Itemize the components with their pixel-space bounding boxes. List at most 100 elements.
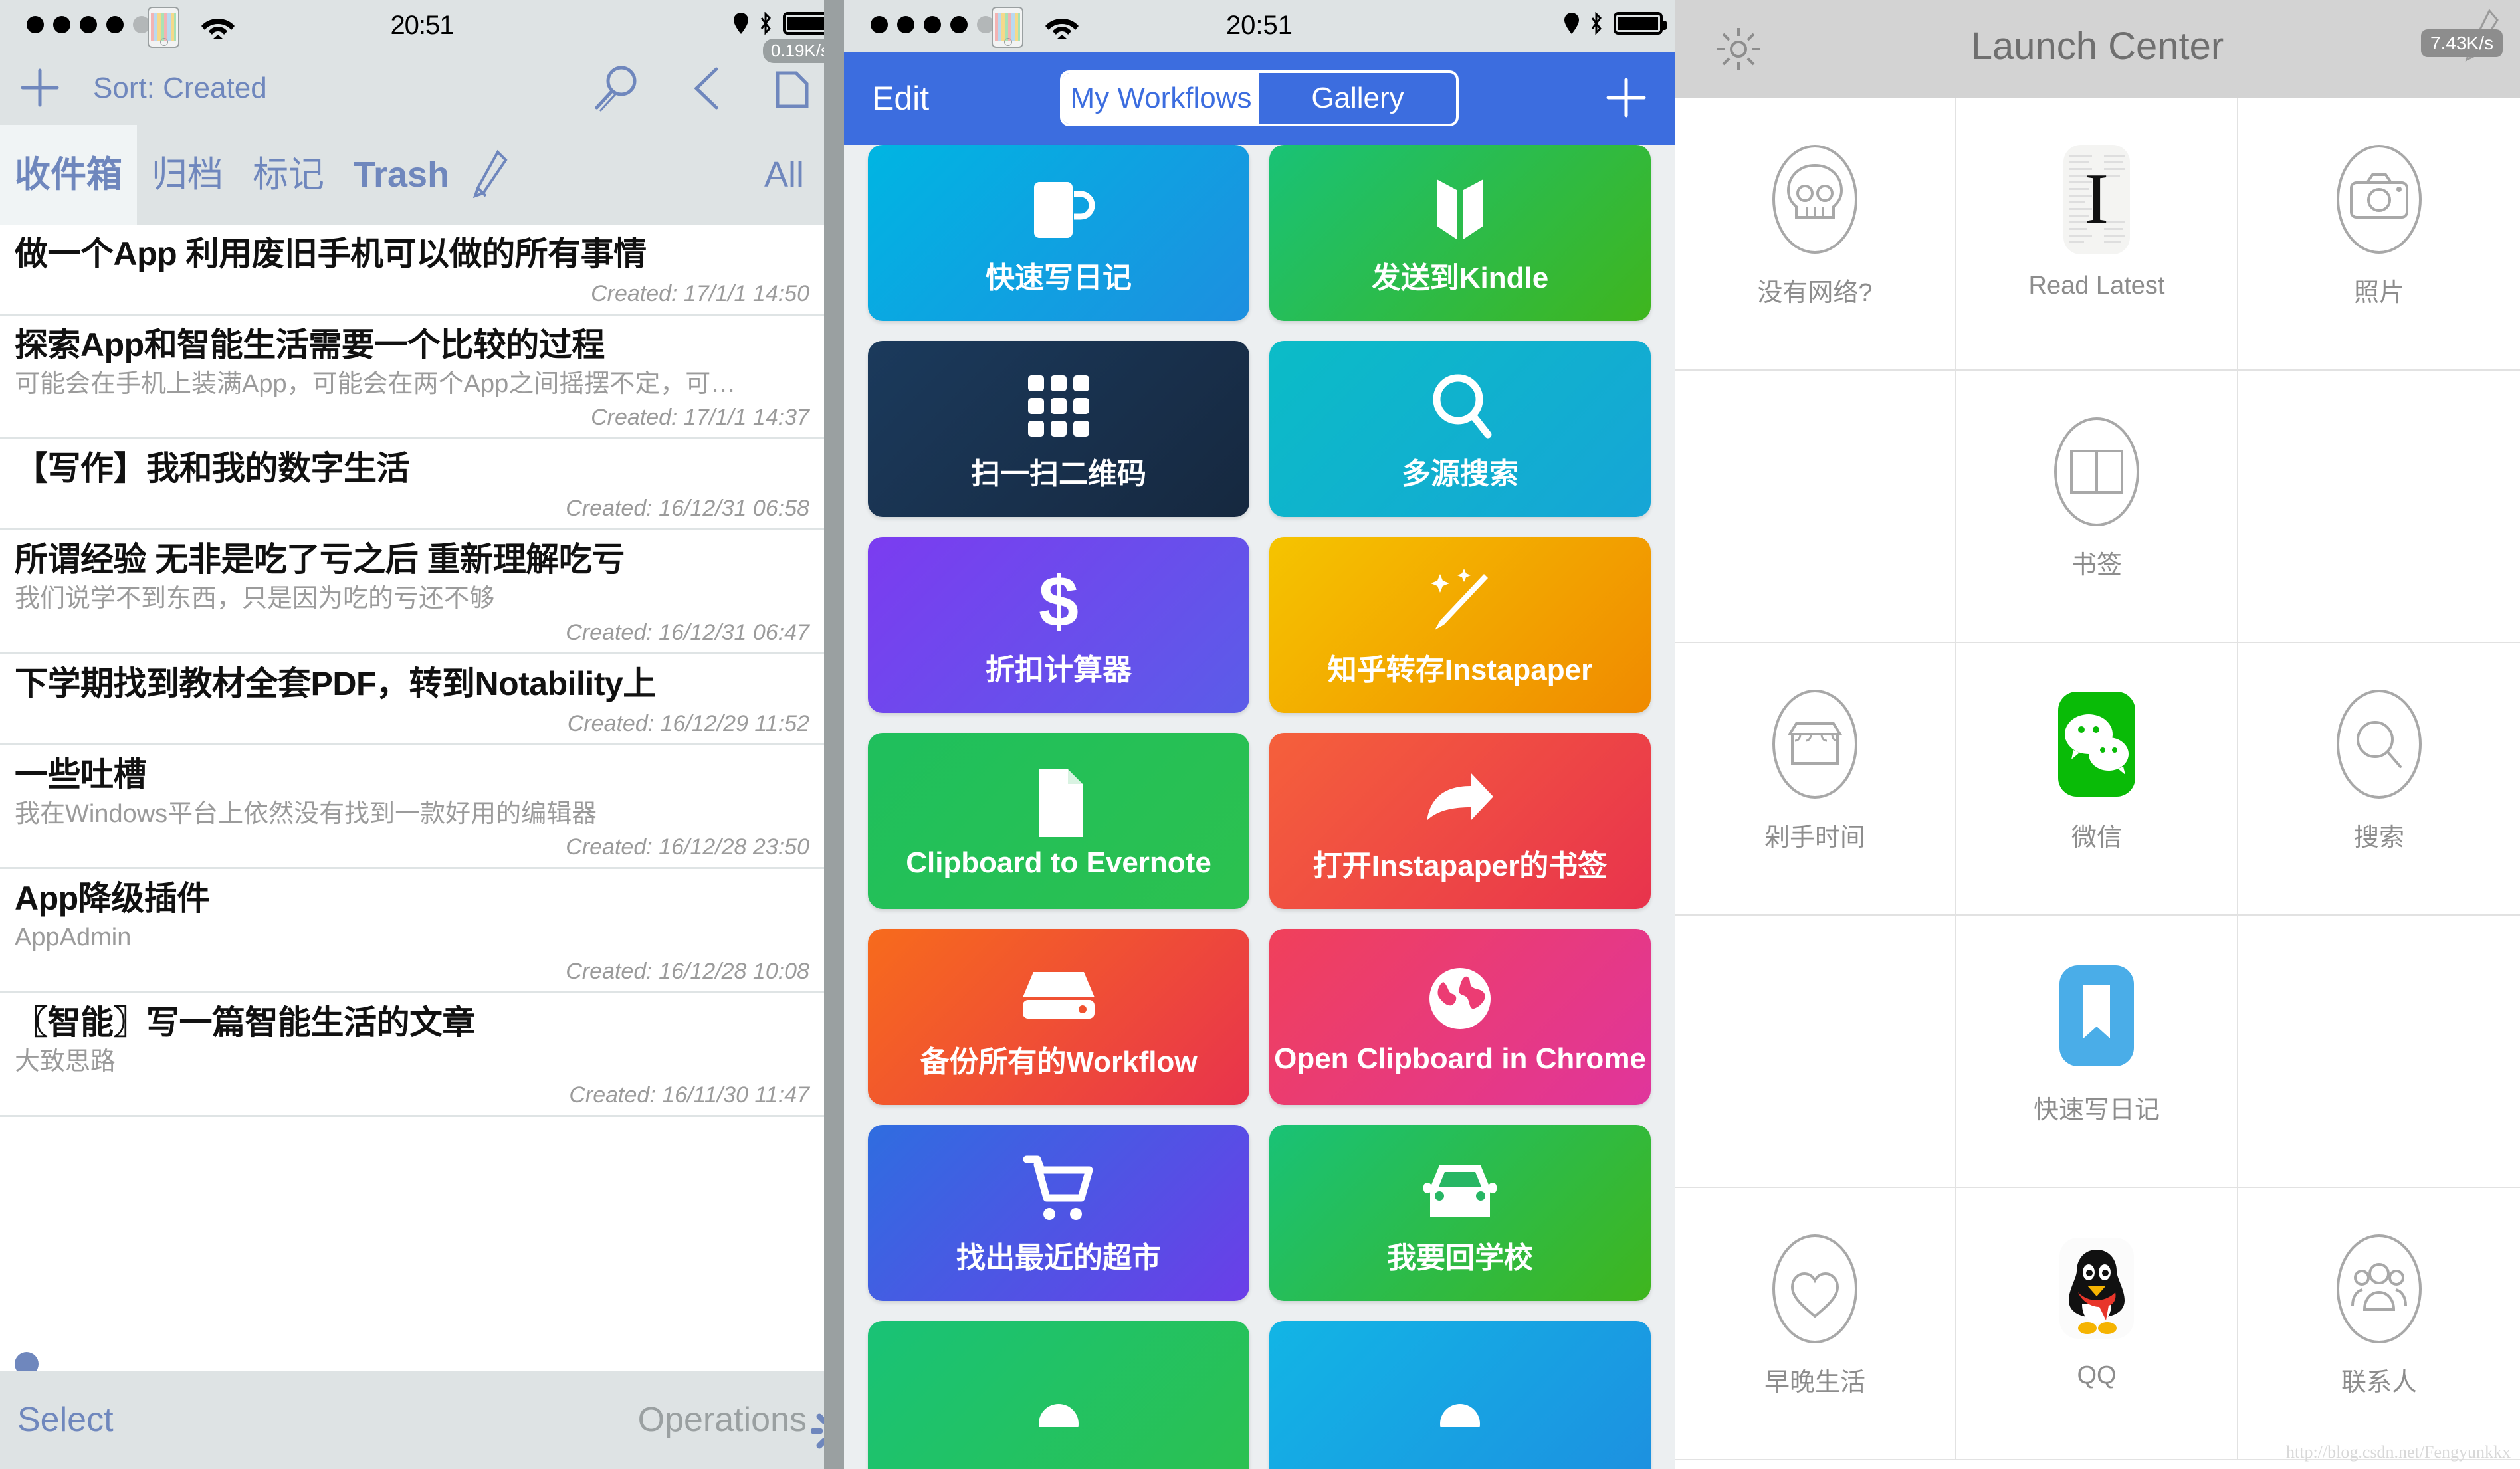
launcher-item-empty[interactable] [2238, 916, 2520, 1188]
launcher-item-label: Read Latest [2028, 272, 2165, 300]
note-title: 探索App和智能生活需要一个比较的过程 [15, 326, 605, 363]
list-item[interactable]: 【写作】我和我的数字生活 Created: 16/12/31 06:58 [0, 439, 824, 531]
workflow-tile-label: 打开Instapaper的书签 [1312, 849, 1608, 882]
workflow-tile[interactable]: 发送到Kindle [1269, 145, 1651, 321]
note-date: Created: 16/12/28 23:50 [566, 834, 809, 860]
workflow-tile[interactable]: Open Clipboard in Chrome [1269, 929, 1651, 1105]
qq-icon [2044, 1228, 2150, 1351]
select-button[interactable]: Select [17, 1400, 114, 1440]
tab-my-workflows[interactable]: My Workflows [1063, 73, 1259, 124]
svg-text:I: I [2085, 159, 2109, 239]
list-item[interactable]: 所谓经验 无非是吃了亏之后 重新理解吃亏 我们说学不到东西，只是因为吃的亏还不够… [0, 530, 824, 654]
workflow-tile[interactable]: $ 折扣计算器 [868, 537, 1249, 713]
magic-wand-icon [1420, 562, 1500, 642]
list-item[interactable]: 一些吐槽 我在Windows平台上依然没有找到一款好用的编辑器 Created:… [0, 745, 824, 870]
note-subtitle: 可能会在手机上装满App，可能会在两个App之间摇摆不定，可… [15, 370, 736, 398]
workflow-tile[interactable] [1269, 1321, 1651, 1469]
mug-icon [1022, 170, 1095, 250]
operations-button[interactable]: Operations [638, 1400, 807, 1440]
launcher-item-wechat[interactable]: 微信 [1956, 643, 2238, 916]
workflow-tile[interactable]: 备份所有的Workflow [868, 929, 1249, 1105]
launcher-item-label: 快速写日记 [2033, 1096, 2160, 1124]
workflow-tile[interactable]: 打开Instapaper的书签 [1269, 733, 1651, 909]
launcher-item-qq[interactable]: QQ [1956, 1188, 2238, 1460]
workflow-tile[interactable]: 扫一扫二维码 [868, 341, 1249, 517]
screenshot-root: 20:51 0.19K/s Sort: Created 收件箱 归档 标记 Tr… [0, 0, 2520, 1469]
note-date: Created: 16/12/29 11:52 [567, 710, 809, 736]
note-title: 【写作】我和我的数字生活 [15, 450, 410, 488]
sort-button[interactable]: Sort: Created [93, 72, 267, 105]
chevron-left-icon[interactable] [691, 66, 722, 110]
pencil-icon[interactable] [464, 125, 516, 225]
workflow-tile[interactable] [868, 1321, 1249, 1469]
launcher-item-shopping[interactable]: 剁手时间 [1675, 643, 1956, 916]
note-date: Created: 16/12/31 06:47 [566, 619, 809, 645]
camera-icon [2326, 138, 2432, 261]
workflow-tile[interactable]: 快速写日记 [868, 145, 1249, 321]
workflow-tile[interactable]: Clipboard to Evernote [868, 733, 1249, 909]
notes-app-panel: 20:51 0.19K/s Sort: Created 收件箱 归档 标记 Tr… [0, 0, 844, 1469]
segmented-control[interactable]: My Workflows Gallery [1060, 70, 1459, 126]
add-workflow-button[interactable] [1606, 77, 1647, 118]
search-icon[interactable] [591, 64, 641, 113]
status-time: 20:51 [390, 11, 454, 40]
list-item[interactable]: 〖智能〗写一篇智能生活的文章 大致思路 Created: 16/11/30 11… [0, 993, 824, 1117]
launcher-item-read-latest[interactable]: I Read Latest [1956, 98, 2238, 371]
workflow-tile-label: 我要回学校 [1387, 1241, 1533, 1274]
dollar-icon: $ [1029, 562, 1089, 642]
add-note-button[interactable] [19, 66, 61, 109]
workflow-tile[interactable]: 多源搜索 [1269, 341, 1651, 517]
launcher-grid: 没有网络? I Read Latest 照片 书签 剁手时间 微信 搜索 快速写… [1675, 98, 2520, 1469]
workflow-tile[interactable]: 找出最近的超市 [868, 1125, 1249, 1301]
list-item[interactable]: 下学期找到教材全套PDF，转到Notability上 Created: 16/1… [0, 654, 824, 745]
launcher-item-empty[interactable] [1675, 371, 1956, 643]
launcher-item-bookmarks[interactable]: 书签 [1956, 371, 2238, 643]
sidebar-item-flagged[interactable]: 标记 [238, 125, 339, 225]
notes-list[interactable]: 做一个App 利用废旧手机可以做的所有事情 Created: 17/1/1 14… [0, 225, 824, 1371]
panel-divider [824, 0, 844, 1469]
note-subtitle: 我在Windows平台上依然没有找到一款好用的编辑器 [15, 799, 597, 828]
note-date: Created: 16/11/30 11:47 [569, 1082, 809, 1108]
sidebar-item-archive[interactable]: 归档 [137, 125, 238, 225]
launcher-item-label: 微信 [2071, 824, 2122, 852]
wechat-icon [2044, 683, 2150, 806]
launcher-item-empty[interactable] [1675, 916, 1956, 1188]
store-icon [1762, 683, 1868, 806]
workflow-tile-label: 备份所有的Workflow [920, 1045, 1198, 1078]
document-icon[interactable] [771, 69, 812, 110]
launcher-item-label: 照片 [2353, 279, 2404, 307]
status-right-icons [1564, 12, 1667, 35]
tab-all[interactable]: All [764, 154, 804, 195]
launcher-item-label: QQ [2077, 1361, 2117, 1389]
sidebar-item-trash[interactable]: Trash [339, 125, 464, 225]
workflow-app-panel: 20:51 Edit My Workflows Gallery 快速写日记 发送… [844, 0, 1675, 1469]
cart-icon [1019, 1150, 1099, 1230]
edit-button[interactable]: Edit [872, 79, 929, 118]
svg-text:$: $ [1039, 562, 1079, 641]
launcher-item-no-network[interactable]: 没有网络? [1675, 98, 1956, 371]
launcher-item-contacts[interactable]: 联系人 [2238, 1188, 2520, 1460]
book-open-icon [1423, 170, 1497, 250]
launcher-item-empty[interactable] [2238, 371, 2520, 643]
mailbox-tabs: 收件箱 归档 标记 Trash All [0, 125, 844, 225]
launcher-item-search[interactable]: 搜索 [2238, 643, 2520, 916]
workflow-tile-label: 快速写日记 [986, 261, 1132, 294]
status-time: 20:51 [1225, 11, 1293, 40]
hard-drive-icon [1019, 954, 1099, 1034]
qr-grid-icon [1019, 366, 1099, 446]
sidebar-item-inbox[interactable]: 收件箱 [0, 125, 137, 225]
workflow-tile[interactable]: 我要回学校 [1269, 1125, 1651, 1301]
search-icon [1423, 366, 1497, 446]
tab-gallery[interactable]: Gallery [1259, 73, 1456, 124]
share-arrow-icon [1420, 758, 1500, 838]
list-item[interactable]: 探索App和智能生活需要一个比较的过程 可能会在手机上装满App，可能会在两个A… [0, 316, 824, 440]
note-subtitle: 大致思路 [15, 1047, 116, 1076]
heart-icon [1762, 1228, 1868, 1351]
list-item[interactable]: App降级插件 AppAdmin Created: 16/12/28 10:08 [0, 869, 824, 993]
launcher-item-routine[interactable]: 早晚生活 [1675, 1188, 1956, 1460]
launcher-item-photos[interactable]: 照片 [2238, 98, 2520, 371]
list-item[interactable]: 做一个App 利用废旧手机可以做的所有事情 Created: 17/1/1 14… [0, 225, 824, 316]
note-title: 所谓经验 无非是吃了亏之后 重新理解吃亏 [15, 541, 625, 579]
workflow-tile[interactable]: 知乎转存Instapaper [1269, 537, 1651, 713]
launcher-item-dayone[interactable]: 快速写日记 [1956, 916, 2238, 1188]
